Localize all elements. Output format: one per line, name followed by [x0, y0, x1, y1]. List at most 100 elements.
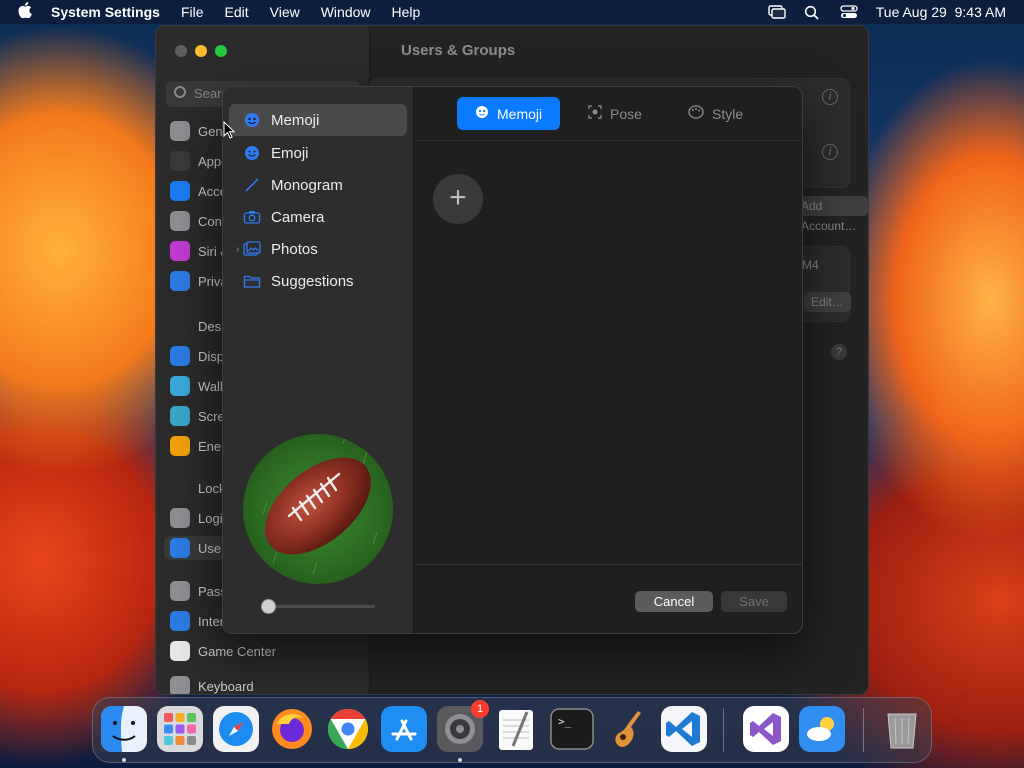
safari-icon[interactable]: [213, 706, 259, 752]
spotlight-icon[interactable]: [804, 5, 822, 20]
close-button[interactable]: [175, 45, 187, 57]
zoom-slider-knob[interactable]: [261, 599, 276, 614]
garageband-icon[interactable]: [605, 706, 651, 752]
edit-button[interactable]: Edit…: [804, 292, 851, 312]
control-center-icon: [170, 211, 190, 231]
firefox-icon[interactable]: [269, 706, 315, 752]
login-icon: [170, 508, 190, 528]
at-icon: [170, 611, 190, 631]
palette-icon: [688, 105, 704, 122]
notification-badge: 1: [471, 700, 489, 718]
vscode-icon[interactable]: [661, 706, 707, 752]
menu-edit[interactable]: Edit: [225, 4, 249, 20]
page-title: Users & Groups: [401, 42, 516, 59]
menu-file[interactable]: File: [181, 4, 204, 20]
picker-source-label: Monogram: [271, 176, 343, 194]
stepper-value[interactable]: M4: [802, 258, 819, 272]
sidebar-item[interactable]: Game Center: [170, 639, 276, 663]
tab-memoji[interactable]: Memoji: [457, 97, 561, 130]
game-center-icon: [170, 641, 190, 661]
sidebar-item-label: Keyboard: [198, 678, 254, 694]
visual-studio-icon[interactable]: [743, 706, 789, 752]
picker-source-label: Memoji: [271, 111, 320, 129]
menu-view[interactable]: View: [270, 4, 300, 20]
accessibility-icon: [170, 181, 190, 201]
picker-sidebar: Memoji Emoji Monogram Camera › Photos Suggesti…: [223, 87, 414, 633]
save-button[interactable]: Save: [721, 591, 787, 612]
football-image: [252, 434, 378, 575]
running-indicator: [122, 758, 126, 762]
picker-tabbar: Memoji Pose Style: [415, 87, 802, 141]
dock-separator: [863, 708, 864, 752]
terminal-icon[interactable]: >_: [549, 706, 595, 752]
app-menu[interactable]: System Settings: [51, 4, 160, 20]
dock: 1 >_: [92, 697, 932, 763]
picker-source-camera[interactable]: Camera: [229, 201, 407, 233]
tab-style[interactable]: Style: [670, 97, 761, 130]
hand-icon: [170, 271, 190, 291]
app-store-icon[interactable]: [381, 706, 427, 752]
memoji-icon: [243, 111, 261, 129]
clock[interactable]: Tue Aug 29 9:43 AM: [876, 4, 1006, 20]
apple-icon[interactable]: [18, 1, 32, 23]
minimize-button[interactable]: [195, 45, 207, 57]
trash-icon[interactable]: [879, 706, 925, 752]
menu-window[interactable]: Window: [321, 4, 371, 20]
help-button[interactable]: ?: [831, 344, 847, 360]
lock-icon: [170, 478, 190, 498]
picker-source-label: Suggestions: [271, 272, 354, 290]
camera-icon: [243, 208, 261, 226]
gear-icon: [170, 121, 190, 141]
zoom-button[interactable]: [215, 45, 227, 57]
photos-icon: [243, 240, 261, 258]
screensaver-icon: [170, 406, 190, 426]
avatar-preview[interactable]: [243, 434, 393, 584]
tab-style-label: Style: [712, 105, 744, 122]
add-account-button[interactable]: Add Account…: [794, 196, 868, 233]
appearance-icon: [170, 151, 190, 171]
search-icon: [174, 86, 186, 98]
window-controls: [175, 45, 227, 57]
weather-icon[interactable]: [799, 706, 845, 752]
launchpad-icon[interactable]: [157, 706, 203, 752]
cancel-button[interactable]: Cancel: [635, 591, 713, 612]
chrome-icon[interactable]: [325, 706, 371, 752]
tab-memoji-label: Memoji: [497, 105, 543, 122]
menu-help[interactable]: Help: [392, 4, 421, 20]
sidebar-item[interactable]: Keyboard: [170, 674, 254, 694]
picker-source-memoji[interactable]: Memoji: [229, 104, 407, 136]
picture-picker-dialog: Memoji Emoji Monogram Camera › Photos Suggesti…: [222, 86, 803, 634]
pose-icon: [588, 105, 602, 122]
screen-mirroring-icon[interactable]: [768, 5, 786, 19]
chevron-right-icon[interactable]: ›: [236, 244, 239, 255]
picker-source-monogram[interactable]: Monogram: [229, 169, 407, 201]
picker-source-photos[interactable]: › Photos: [229, 233, 407, 265]
dock-icon: [170, 316, 190, 336]
picker-source-emoji[interactable]: Emoji: [229, 137, 407, 169]
control-center-icon[interactable]: [840, 5, 858, 19]
keyboard-icon: [170, 676, 190, 694]
picker-source-label: Emoji: [271, 144, 309, 162]
tab-pose-label: Pose: [610, 105, 642, 122]
info-icon[interactable]: i: [822, 89, 838, 105]
finder-icon[interactable]: [101, 706, 147, 752]
wallpaper-icon: [170, 376, 190, 396]
dock-separator: [723, 708, 724, 752]
users-icon: [170, 538, 190, 558]
tab-pose[interactable]: Pose: [570, 97, 660, 130]
siri-icon: [170, 241, 190, 261]
menu-bar: System Settings File Edit View Window He…: [0, 0, 1024, 24]
battery-icon: [170, 436, 190, 456]
picker-source-suggestions[interactable]: Suggestions: [229, 265, 407, 297]
add-memoji-button[interactable]: +: [433, 174, 483, 224]
sun-icon: [170, 346, 190, 366]
terminal-prompt: >_: [558, 715, 572, 728]
dialog-footer-divider: [415, 564, 802, 565]
textedit-icon[interactable]: [493, 706, 539, 752]
running-indicator: [458, 758, 462, 762]
memoji-icon: [475, 105, 489, 122]
info-icon[interactable]: i: [822, 144, 838, 160]
zoom-slider-track[interactable]: [267, 605, 375, 608]
picker-source-label: Camera: [271, 208, 325, 226]
key-icon: [170, 581, 190, 601]
